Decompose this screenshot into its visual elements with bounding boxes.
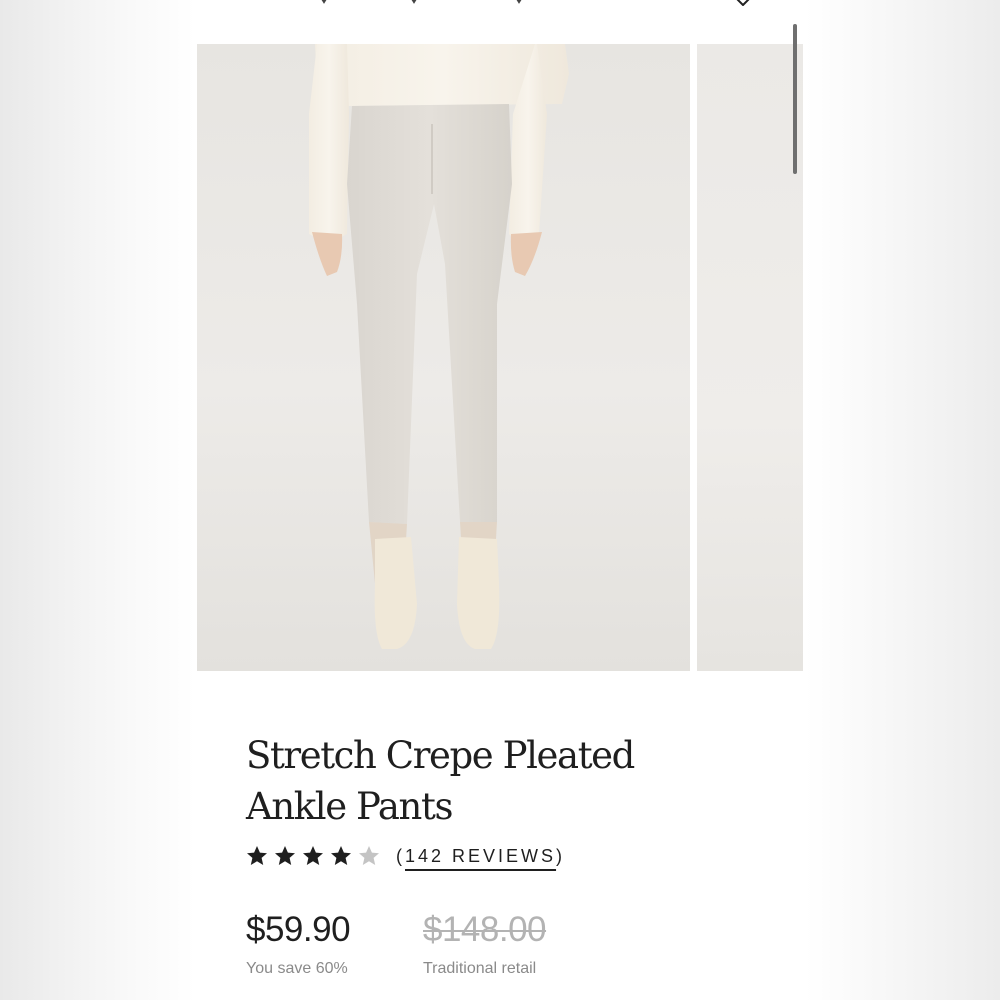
- product-title: Stretch Crepe Pleated Ankle Pants: [246, 734, 635, 828]
- toolbar-icon[interactable]: [317, 0, 331, 6]
- star-rating: [245, 844, 385, 868]
- heart-icon[interactable]: [733, 0, 753, 8]
- toolbar-icon[interactable]: [512, 0, 526, 6]
- star-icon: [331, 846, 351, 865]
- original-price: $148.00: [423, 910, 547, 949]
- star-outline-icon: [359, 846, 379, 865]
- star-icon: [303, 846, 323, 865]
- scrollbar[interactable]: [793, 24, 797, 174]
- reviews-count-label[interactable]: 142 REVIEWS: [405, 846, 556, 866]
- image-gallery[interactable]: [197, 44, 803, 671]
- star-icon: [275, 846, 295, 865]
- product-page: Stretch Crepe Pleated Ankle Pants (142 R…: [197, 0, 803, 1000]
- star-icon: [247, 846, 267, 865]
- model-wearing-pants-front: [309, 44, 569, 649]
- reviews-paren-close: ): [556, 845, 566, 866]
- reviews-link[interactable]: (142 REVIEWS): [396, 846, 565, 867]
- product-image-main[interactable]: [197, 44, 690, 671]
- product-rating[interactable]: (142 REVIEWS): [245, 842, 565, 870]
- reviews-paren-open: (: [396, 845, 405, 866]
- next-image-preview[interactable]: [697, 44, 803, 671]
- toolbar-icon[interactable]: [407, 0, 421, 6]
- original-price-label: Traditional retail: [423, 960, 537, 977]
- sale-price: $59.90: [246, 910, 351, 949]
- savings-note: You save 60%: [246, 960, 348, 977]
- top-toolbar: [197, 0, 803, 44]
